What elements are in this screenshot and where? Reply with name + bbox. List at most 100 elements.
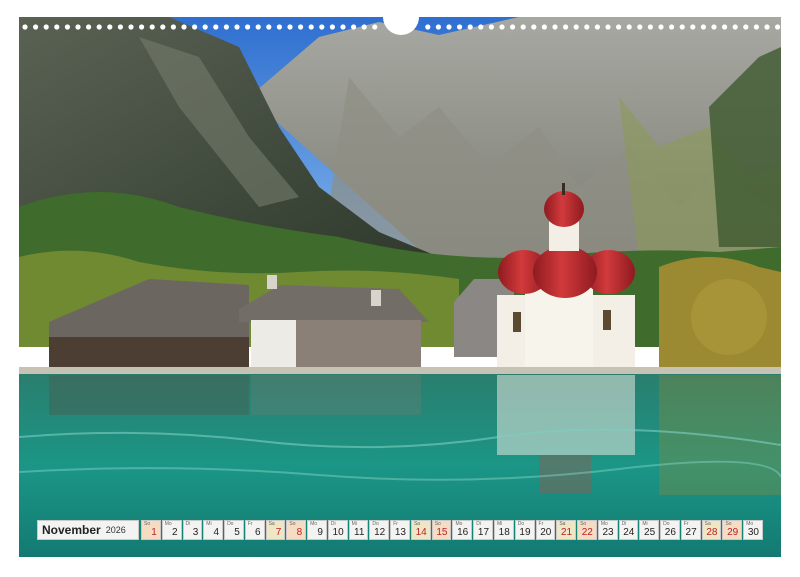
day-cell: Fr 27 <box>680 520 701 540</box>
binding-hole <box>117 24 123 30</box>
binding-hole <box>329 24 335 30</box>
day-cell: Do 5 <box>224 520 244 540</box>
binding-hole <box>743 24 749 30</box>
weekday-label: Mo <box>310 521 318 527</box>
binding-hole <box>266 24 272 30</box>
chimney-2 <box>371 290 381 306</box>
month-name: November <box>42 523 101 537</box>
binding-hole <box>488 24 494 30</box>
day-number: 13 <box>394 527 406 538</box>
day-number: 3 <box>192 527 199 538</box>
weekday-label: So <box>144 521 151 527</box>
binding-hole <box>552 24 558 30</box>
binding-hole <box>594 24 601 30</box>
day-cell: Fr 6 <box>244 520 265 540</box>
binding-hole <box>223 24 229 30</box>
binding-hole <box>372 24 378 30</box>
binding-hole <box>605 24 611 30</box>
day-number: 22 <box>581 527 593 538</box>
binding-hole <box>107 24 113 30</box>
day-cell: Di 17 <box>473 520 494 540</box>
weekday-label: So <box>289 521 296 527</box>
binding-hole <box>700 24 707 30</box>
binding-hole <box>75 24 81 30</box>
autumn-tree <box>691 279 767 355</box>
boathouse-wall <box>49 337 249 371</box>
binding-hole <box>637 24 643 30</box>
day-number: 2 <box>171 527 178 538</box>
day-number: 30 <box>747 527 759 538</box>
day-cell: Mi 4 <box>203 520 224 540</box>
binding-hole <box>679 24 685 30</box>
church-window-2 <box>603 310 611 330</box>
binding-hole <box>669 24 675 30</box>
day-cell: Mo 2 <box>161 520 182 540</box>
binding-hole <box>753 24 760 30</box>
binding-hole <box>202 24 208 30</box>
day-cell: Sa 21 <box>556 520 577 540</box>
binding-hole <box>499 24 505 30</box>
binding-hole <box>361 24 367 30</box>
binding-hole <box>616 24 622 30</box>
binding-hole <box>213 24 219 30</box>
weekday-label: Sa <box>268 521 275 527</box>
day-cell: So 15 <box>431 520 452 540</box>
day-cell: Sa 28 <box>701 520 722 540</box>
day-number: 17 <box>477 527 490 538</box>
day-number: 29 <box>727 527 739 538</box>
day-number: 11 <box>354 527 365 538</box>
binding-hole <box>276 24 282 30</box>
binding-hole <box>128 24 134 30</box>
day-cell: Di 3 <box>182 520 203 540</box>
day-number: 18 <box>498 527 510 538</box>
day-number: 9 <box>317 527 323 538</box>
day-number: 1 <box>151 527 157 538</box>
binding-hole <box>435 24 441 30</box>
binding-hole <box>160 24 166 30</box>
binding-hole <box>626 24 632 30</box>
binding-hole <box>43 24 49 30</box>
binding-hole <box>170 24 176 30</box>
church-reflection <box>497 375 635 455</box>
day-cell: So 1 <box>141 520 161 540</box>
trees-reflection <box>659 375 781 495</box>
day-number: 16 <box>457 527 469 538</box>
binding-hole <box>690 24 696 30</box>
binding-hole <box>764 24 770 30</box>
binding-hole <box>658 24 664 30</box>
day-cell: Di 10 <box>327 520 348 540</box>
chimney <box>267 275 277 289</box>
day-number: 24 <box>623 527 635 538</box>
day-number: 28 <box>706 527 718 538</box>
binding-hole <box>722 24 728 30</box>
binding-hole <box>351 24 357 30</box>
church-dome-center <box>533 246 597 298</box>
binding-hole <box>86 24 92 30</box>
day-number: 19 <box>519 527 531 538</box>
church-cross <box>562 183 565 195</box>
day-cell: Fr 20 <box>535 520 556 540</box>
weekday-label: Do <box>227 521 234 527</box>
day-number: 25 <box>644 527 656 538</box>
binding-hole <box>287 24 293 30</box>
church-window <box>513 312 521 332</box>
binding-hole <box>573 24 579 30</box>
binding-hole <box>478 24 484 30</box>
day-number: 12 <box>374 527 386 538</box>
weekday-label: Fr <box>247 521 253 527</box>
day-cell: Mo 9 <box>307 520 327 540</box>
binding-hole <box>446 24 452 30</box>
church-tower-dome <box>544 191 584 227</box>
day-cell: Di 24 <box>618 520 639 540</box>
day-cell: Do 19 <box>514 520 535 540</box>
weekday-label: Di <box>185 521 191 527</box>
binding-hole <box>457 24 463 30</box>
binding-hole <box>510 24 516 30</box>
binding-hole <box>711 24 717 30</box>
day-number: 14 <box>415 527 427 538</box>
binding-hole <box>425 24 431 30</box>
house-reflection <box>251 375 421 415</box>
landscape-photo <box>19 17 781 557</box>
day-number: 4 <box>213 527 220 538</box>
house-gable <box>251 320 296 370</box>
